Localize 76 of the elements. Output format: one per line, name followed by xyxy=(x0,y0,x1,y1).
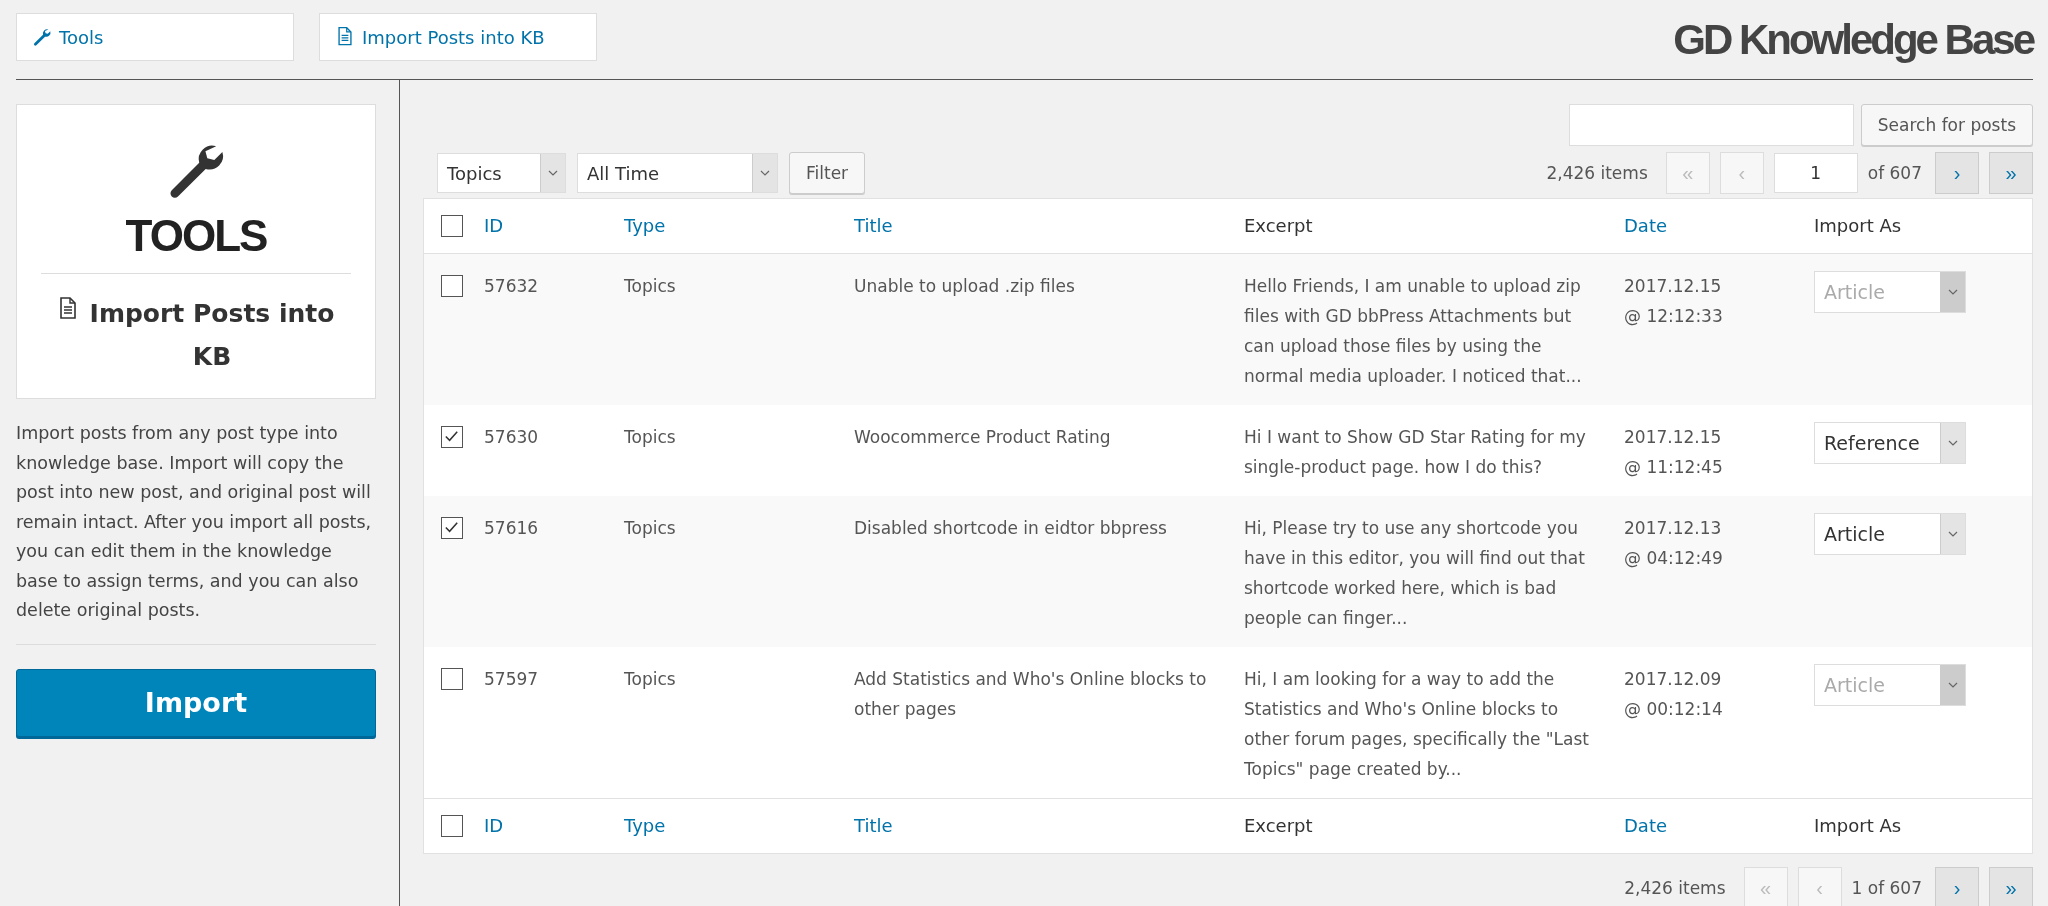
table-cell-text: 2017.12.13 xyxy=(1624,517,1722,540)
dropdown[interactable]: Article xyxy=(1814,513,1966,555)
wrench-icon xyxy=(31,26,53,48)
column-sort-link[interactable]: Date xyxy=(1624,815,1668,836)
column-sort-link[interactable]: Type xyxy=(624,815,666,836)
chevron-icon xyxy=(548,170,558,176)
column-sort-link[interactable]: ID xyxy=(484,215,504,236)
table-cell-text: @ 00:12:14 xyxy=(1624,698,1723,721)
chevron-icon xyxy=(1948,682,1958,688)
column-sort-link[interactable]: Title xyxy=(854,815,893,836)
table-cell-text: 2017.12.15 xyxy=(1624,275,1722,298)
table-cell: Topics xyxy=(624,276,676,296)
nav-tab[interactable]: Tools xyxy=(16,13,294,61)
table-cell: Topics xyxy=(624,518,676,538)
card-subtitle: Import Posts into KB xyxy=(88,298,336,373)
dropdown-value: Article xyxy=(1823,522,1886,547)
table-cell: 57630 xyxy=(484,427,539,447)
dropdown-value: Topics xyxy=(446,162,503,184)
column-header: Import As xyxy=(1814,215,1902,236)
nav-tab[interactable]: Import Posts into KB xyxy=(319,13,597,61)
dropdown-value: Reference xyxy=(1823,431,1921,456)
column-sort-link[interactable]: Type xyxy=(624,215,666,236)
dropdown-value: All Time xyxy=(586,162,661,184)
column-header: Excerpt xyxy=(1244,215,1313,236)
dropdown-value: Article xyxy=(1823,280,1886,305)
checkbox[interactable] xyxy=(441,426,463,448)
table-cell-text: 2017.12.15 xyxy=(1624,426,1722,449)
pagination-button[interactable]: › xyxy=(1935,152,1979,194)
column-sort-link[interactable]: ID xyxy=(484,815,504,836)
pagination-button[interactable]: › xyxy=(1935,867,1979,906)
table-cell: Unable to upload .zip files xyxy=(854,276,1075,296)
table-cell: Hi, I am looking for a way to add the Statistics and Who's Online blocks to other forum pages, specifically the "Last Topics" page created by... xyxy=(1244,669,1590,779)
filter-button[interactable]: Filter xyxy=(789,152,866,194)
chevron-icon xyxy=(760,170,770,176)
dropdown[interactable]: Reference xyxy=(1814,422,1966,464)
pagination-button[interactable]: » xyxy=(1989,867,2033,906)
import-button[interactable]: Import xyxy=(16,668,376,737)
table-cell: 57632 xyxy=(484,276,539,296)
description-text: Import posts from any post type into knowledge base. Import will copy the post into new post, and original post will remain intact. After you import all posts, you can edit them in the knowledge base to assign terms, and you can also delete original posts. xyxy=(16,422,373,622)
table-cell: Hi, Please try to use any shortcode you have in this editor, you will find out that shortcode worked here, which is bad people can finger... xyxy=(1244,518,1585,628)
chevron-icon xyxy=(1948,440,1958,446)
checkbox[interactable] xyxy=(441,215,463,237)
table-cell-text: @ 04:12:49 xyxy=(1624,547,1723,570)
table-cell: Disabled shortcode in eidtor bbpress xyxy=(854,518,1167,538)
page-info: 1 of 607 xyxy=(1851,878,1922,898)
page-total: of 607 xyxy=(1867,163,1922,183)
chevron-icon xyxy=(1948,531,1958,537)
checkbox[interactable] xyxy=(441,517,463,539)
table-cell: Woocommerce Product Rating xyxy=(854,427,1111,447)
page-input[interactable]: 1 xyxy=(1773,153,1858,193)
column-header: Import As xyxy=(1814,815,1902,836)
table-cell: Add Statistics and Who's Online blocks to other pages xyxy=(854,669,1207,719)
item-count: 2,426 items xyxy=(1546,163,1648,183)
column-header: Excerpt xyxy=(1244,815,1313,836)
table-cell: 57597 xyxy=(484,669,539,689)
table-cell: Hi I want to Show GD Star Rating for my single-product page. how I do this? xyxy=(1244,427,1586,477)
table-cell: Topics xyxy=(624,427,676,447)
table-cell-text: @ 11:12:45 xyxy=(1624,456,1723,479)
card-title: TOOLS xyxy=(125,211,267,261)
table-cell: 57616 xyxy=(484,518,539,538)
table-cell-text: 2017.12.09 xyxy=(1624,668,1722,691)
table-cell: Hello Friends, I am unable to upload zip files with GD bbPress Attachments but can upload those files by using the normal media uploader. I noticed that... xyxy=(1244,276,1582,386)
dropdown[interactable]: Topics xyxy=(437,153,566,193)
column-sort-link[interactable]: Date xyxy=(1624,215,1668,236)
table-cell-text: @ 12:12:33 xyxy=(1624,305,1723,328)
table-cell: Topics xyxy=(624,669,676,689)
chevron-icon xyxy=(1948,289,1958,295)
pagination-button[interactable]: » xyxy=(1989,152,2033,194)
dropdown-value: Article xyxy=(1823,673,1886,698)
checkbox[interactable] xyxy=(441,815,463,837)
search-button[interactable]: Search for posts xyxy=(1860,104,2033,146)
dropdown[interactable]: All Time xyxy=(577,153,778,193)
column-sort-link[interactable]: Title xyxy=(854,215,893,236)
logo-text: GD Knowledge Base xyxy=(1673,15,2033,64)
search-field[interactable] xyxy=(1568,104,1854,146)
item-count: 2,426 items xyxy=(1624,878,1726,898)
